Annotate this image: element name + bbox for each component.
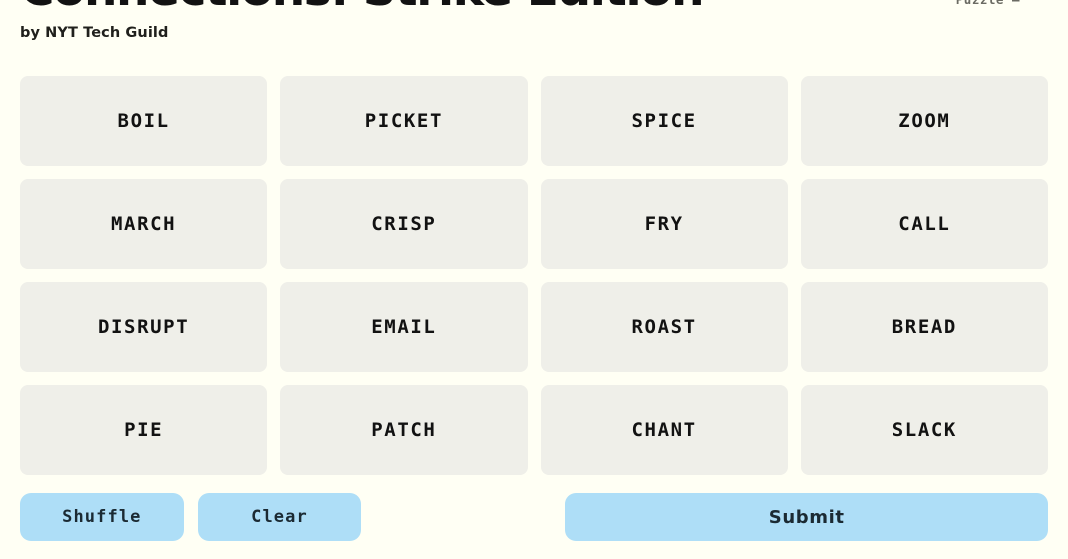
word-tile-label: SLACK [891,419,957,441]
byline: by NYT Tech Guild [20,24,169,41]
word-tile-label: BOIL [117,110,170,132]
word-tile-label: FRY [644,213,684,235]
page-header: Connections: Strike Edition Puzzle — by … [20,0,1048,56]
word-tile-label: DISRUPT [97,316,190,338]
word-tile[interactable]: PICKET [280,76,528,166]
word-tile[interactable]: SLACK [800,385,1048,475]
word-tile-label: CHANT [631,419,697,441]
word-tile[interactable]: PATCH [280,385,528,475]
word-tile-label: CRISP [371,213,437,235]
word-tile-label: EMAIL [371,316,437,338]
word-tile[interactable]: MARCH [20,179,268,269]
word-tile[interactable]: CHANT [540,385,788,475]
word-tile[interactable]: SPICE [540,76,788,166]
controls-bar: Shuffle Clear Submit [20,493,1049,541]
shuffle-button[interactable]: Shuffle [20,493,184,541]
word-tile[interactable]: BREAD [800,282,1048,372]
word-tile-label: CALL [898,213,951,235]
page-title: Connections: Strike Edition [20,0,1048,14]
puzzle-number-label: Puzzle — [956,0,1020,7]
word-tile-label: SPICE [631,110,697,132]
submit-button[interactable]: Submit [565,493,1049,541]
word-tile-label: ROAST [631,316,697,338]
word-tile-label: BREAD [891,316,957,338]
word-tile[interactable]: PIE [20,385,268,475]
puzzle-page: Connections: Strike Edition Puzzle — by … [0,0,1068,541]
word-tile[interactable]: CRISP [280,179,528,269]
word-grid: BOIL PICKET SPICE ZOOM MARCH CRISP FRY C… [20,76,1048,475]
word-tile[interactable]: ROAST [540,282,788,372]
word-tile-label: PATCH [371,419,437,441]
word-tile[interactable]: FRY [540,179,788,269]
word-tile-label: MARCH [111,213,177,235]
word-tile-label: ZOOM [898,110,951,132]
word-tile-label: PICKET [364,110,443,132]
word-tile[interactable]: BOIL [20,76,268,166]
word-tile[interactable]: ZOOM [800,76,1048,166]
clear-button[interactable]: Clear [197,493,362,541]
word-tile[interactable]: EMAIL [280,282,528,372]
word-tile-label: PIE [124,419,164,441]
word-tile[interactable]: DISRUPT [20,282,268,372]
word-tile[interactable]: CALL [800,179,1048,269]
